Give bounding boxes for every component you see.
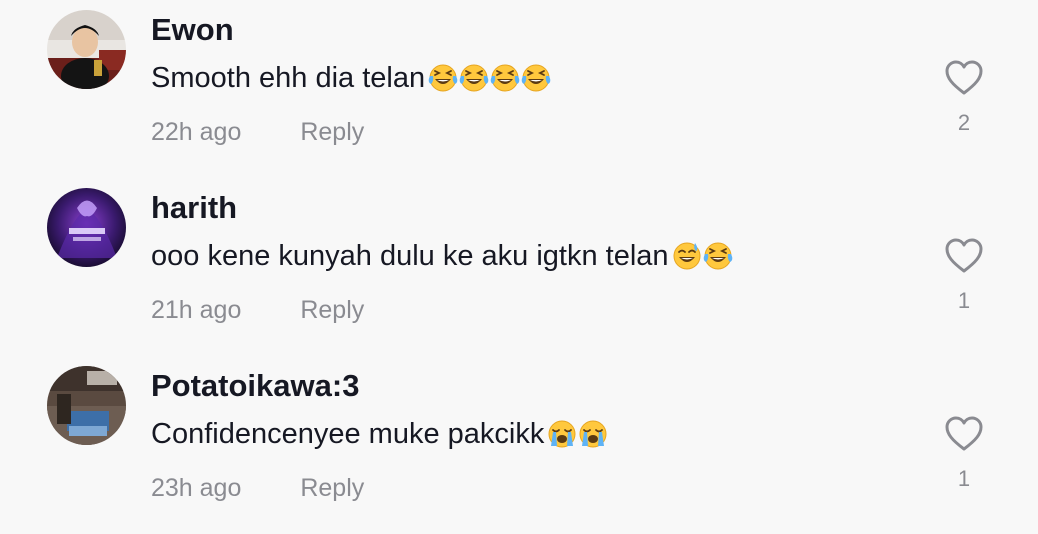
- like-count: 2: [957, 110, 971, 135]
- reply-button[interactable]: Reply: [300, 470, 364, 506]
- reply-button[interactable]: Reply: [300, 292, 364, 328]
- heart-outline-icon[interactable]: [942, 234, 986, 278]
- laughing-tears-emoji-icon: [703, 242, 732, 270]
- comment-username[interactable]: harith: [151, 188, 237, 228]
- comment-meta: 22h ago Reply: [151, 114, 364, 150]
- reply-button[interactable]: Reply: [300, 114, 364, 150]
- comment-text-body: Confidencenyee muke pakcikk: [151, 418, 545, 450]
- grin-sweat-emoji-icon: [673, 242, 701, 270]
- comment-meta: 21h ago Reply: [151, 292, 364, 328]
- comment-timestamp: 21h ago: [151, 296, 242, 324]
- laughing-tears-emoji-icon: [490, 64, 520, 92]
- comment-item: harith ooo kene kunyah dulu ke aku igtkn…: [0, 178, 1038, 356]
- like-count: 1: [957, 466, 971, 491]
- comment-text: Confidencenyee muke pakcikk: [151, 414, 608, 454]
- comment-text-body: ooo kene kunyah dulu ke aku igtkn telan: [151, 240, 669, 272]
- emoji-group: [546, 418, 608, 450]
- comment-timestamp: 23h ago: [151, 474, 242, 502]
- heart-outline-icon[interactable]: [942, 412, 986, 456]
- like-count: 1: [957, 288, 971, 313]
- avatar[interactable]: [47, 10, 126, 89]
- comment-item: Potatoikawa:3 Confidencenyee muke pakcik…: [0, 356, 1038, 534]
- comment-text: Smooth ehh dia telan: [151, 58, 551, 98]
- comment-text: ooo kene kunyah dulu ke aku igtkn telan: [151, 236, 733, 276]
- comment-item: Ewon Smooth ehh dia telan 22h ago Reply …: [0, 0, 1038, 178]
- loudly-crying-emoji-icon: [548, 420, 576, 448]
- laughing-tears-emoji-icon: [428, 64, 458, 92]
- avatar[interactable]: [47, 188, 126, 267]
- comment-text-body: Smooth ehh dia telan: [151, 62, 426, 94]
- comment-meta: 23h ago Reply: [151, 470, 364, 506]
- laughing-tears-emoji-icon: [521, 64, 551, 92]
- emoji-group: [427, 62, 551, 94]
- laughing-tears-emoji-icon: [459, 64, 489, 92]
- comment-timestamp: 22h ago: [151, 118, 242, 146]
- avatar[interactable]: [47, 366, 126, 445]
- loudly-crying-emoji-icon: [579, 420, 607, 448]
- comment-username[interactable]: Ewon: [151, 10, 234, 50]
- emoji-group: [671, 240, 733, 272]
- heart-outline-icon[interactable]: [942, 56, 986, 100]
- comment-username[interactable]: Potatoikawa:3: [151, 366, 359, 406]
